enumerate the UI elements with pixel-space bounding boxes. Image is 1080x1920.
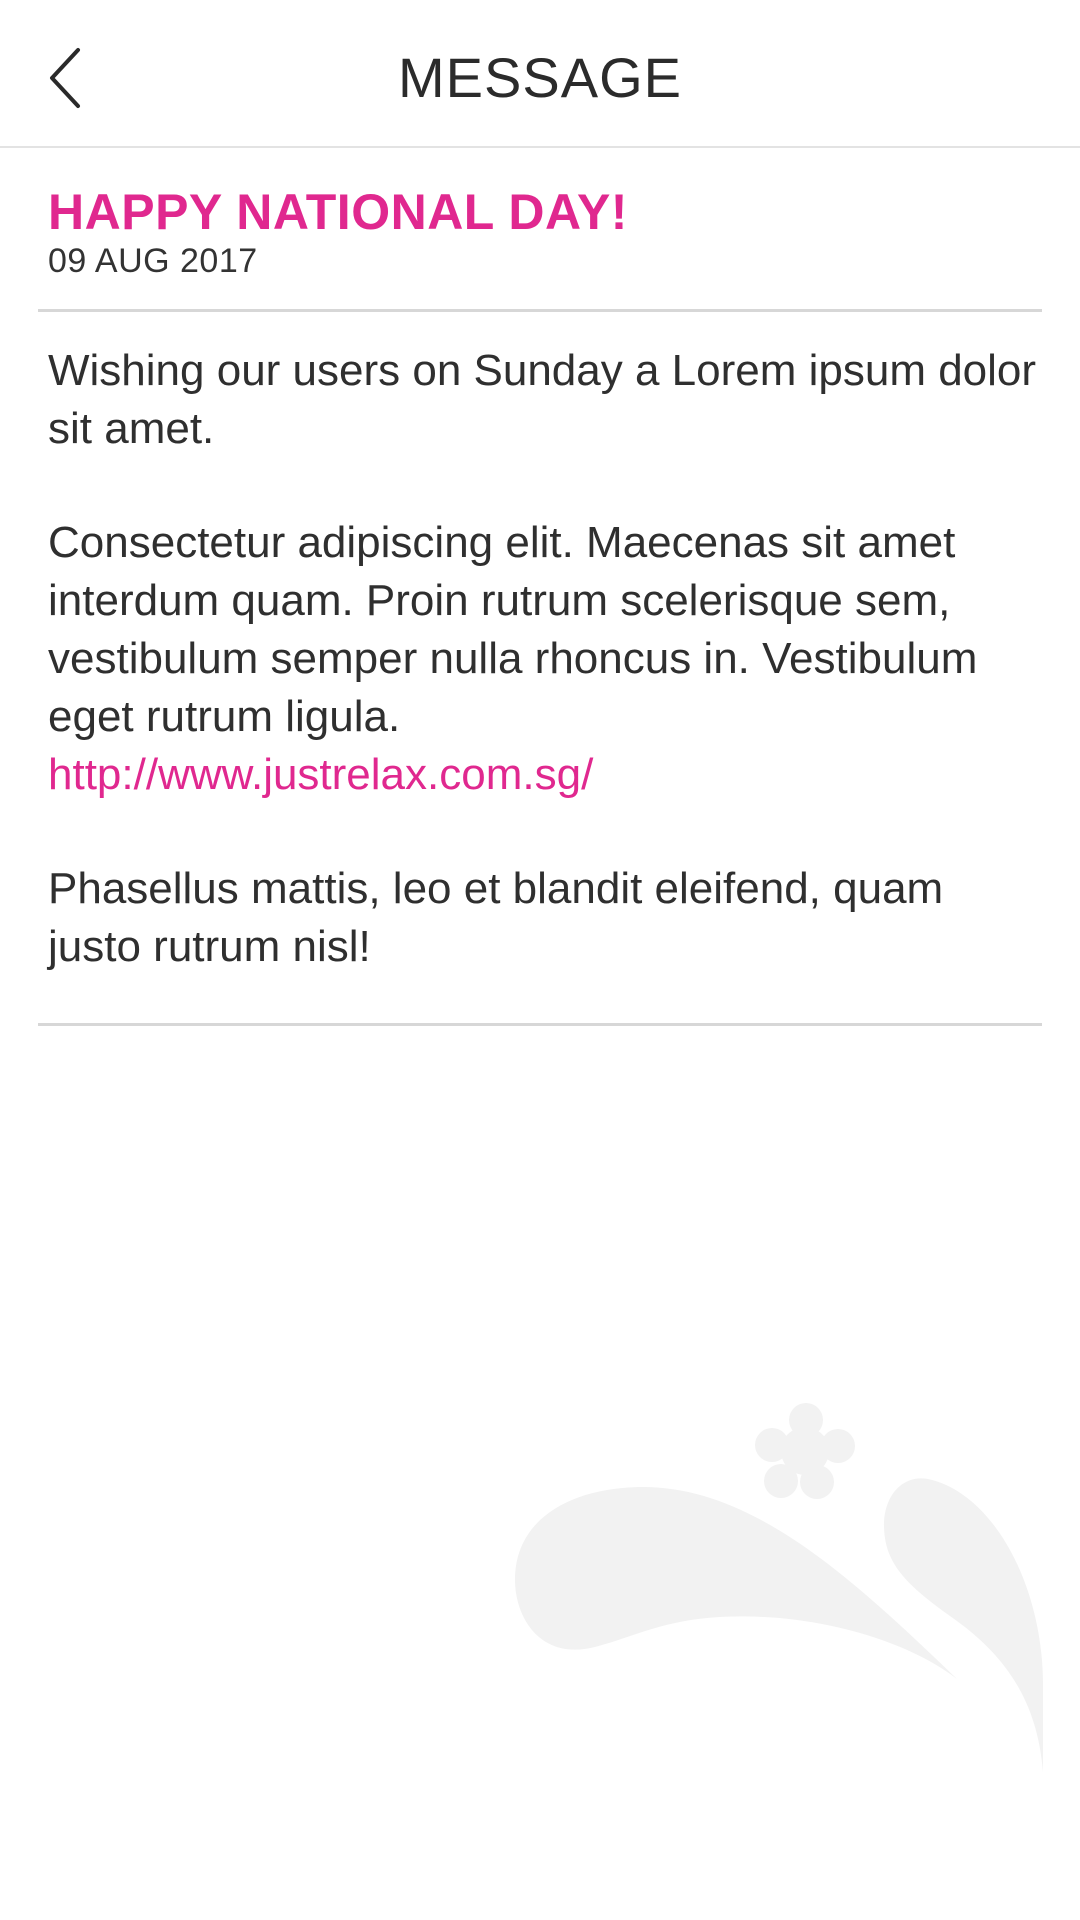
page-title: MESSAGE	[398, 46, 682, 109]
message-body: Wishing our users on Sunday a Lorem ipsu…	[48, 342, 1048, 976]
message-paragraph-1: Wishing our users on Sunday a Lorem ipsu…	[48, 346, 1037, 453]
website-link[interactable]: http://www.justrelax.com.sg/	[48, 746, 593, 804]
top-bar: MESSAGE	[0, 0, 1080, 148]
divider-top	[38, 309, 1042, 312]
message-paragraph-3: Phasellus mattis, leo et blandit eleifen…	[48, 864, 944, 971]
message-paragraph-2-text: Consectetur adipiscing elit. Maecenas si…	[48, 518, 978, 741]
message-paragraph-2: Consectetur adipiscing elit. Maecenas si…	[48, 514, 1048, 804]
message-title: HAPPY NATIONAL DAY!	[48, 184, 628, 240]
message-date: 09 AUG 2017	[48, 242, 258, 280]
message-header: HAPPY NATIONAL DAY! 09 AUG 2017	[48, 182, 1038, 282]
divider-bottom	[38, 1023, 1042, 1026]
brand-swirl-flower-icon	[515, 1395, 1045, 1775]
